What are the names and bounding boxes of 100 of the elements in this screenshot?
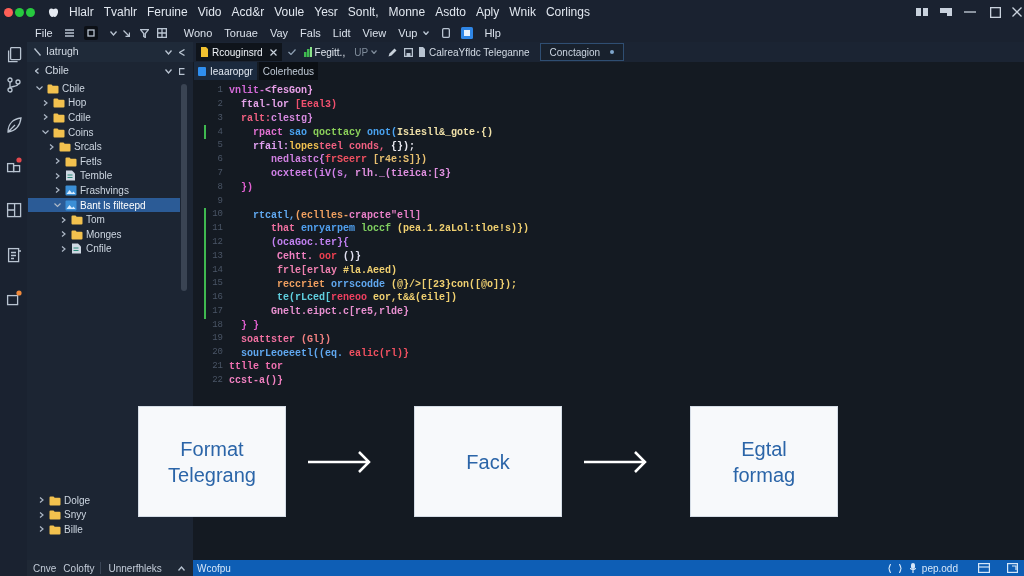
- menu-item[interactable]: Tvahlr: [103, 3, 137, 21]
- chevron-icon[interactable]: [42, 129, 49, 136]
- square-outline-icon[interactable]: [442, 28, 451, 38]
- check-icon[interactable]: [287, 49, 296, 55]
- split-icon[interactable]: [916, 7, 928, 17]
- chevron-icon[interactable]: [38, 526, 45, 533]
- chevron-down-icon[interactable]: [165, 68, 172, 74]
- menu-item[interactable]: Wnik: [509, 3, 536, 21]
- menu-item[interactable]: Vido: [197, 3, 222, 21]
- editor-tab[interactable]: Conctagion: [539, 43, 625, 61]
- chevron-icon[interactable]: [54, 172, 61, 179]
- editor-tab[interactable]: Rcouginsrd: [196, 43, 282, 61]
- tree-item[interactable]: Cbile: [36, 81, 85, 96]
- blocks-icon[interactable]: [5, 157, 22, 173]
- chevron-icon[interactable]: [54, 187, 61, 194]
- menu-item[interactable]: Acd&r: [231, 3, 265, 21]
- tree-item[interactable]: Snyy: [38, 507, 87, 523]
- chevron-icon[interactable]: [42, 114, 49, 121]
- tree-item[interactable]: Hop: [42, 95, 87, 111]
- menu-item[interactable]: Lidt: [332, 24, 351, 42]
- square-dot-icon[interactable]: [5, 290, 22, 306]
- tree-item[interactable]: Cnfile: [60, 241, 112, 257]
- menu-item[interactable]: Wono: [183, 24, 213, 42]
- tree-item[interactable]: Frashvings: [54, 183, 129, 198]
- menu-item[interactable]: Asdto: [435, 3, 466, 21]
- chevron-icon[interactable]: [48, 143, 55, 150]
- files-icon[interactable]: [5, 47, 22, 63]
- menu-item[interactable]: Sonlt,: [347, 3, 379, 21]
- line-number: 14: [212, 263, 223, 277]
- caret-up-icon[interactable]: [178, 565, 185, 571]
- panel-tab[interactable]: Unnerfhleks: [108, 560, 162, 576]
- close-icon[interactable]: [269, 48, 277, 56]
- mic-icon[interactable]: [909, 563, 916, 573]
- square-icon[interactable]: [83, 26, 98, 40]
- editor-tab[interactable]: Ieaaropgr: [194, 62, 257, 80]
- editor-tab[interactable]: Colerhedus: [258, 62, 318, 80]
- menu-item[interactable]: Hlalr: [69, 3, 94, 21]
- code-line: ralt:clestg}: [241, 112, 314, 126]
- tree-item[interactable]: Dolge: [38, 493, 91, 508]
- chevron-icon[interactable]: [42, 99, 49, 106]
- filter-icon[interactable]: [139, 28, 149, 38]
- panel-icon[interactable]: [940, 7, 952, 17]
- grid-icon[interactable]: [156, 28, 167, 38]
- branch-icon[interactable]: [5, 77, 22, 93]
- save-icon[interactable]: [404, 47, 414, 57]
- code-line: rpact sao qocttacy onot(Isiesll&_gote·{): [253, 125, 494, 140]
- chevron-left-icon[interactable]: [35, 68, 39, 74]
- menu-item[interactable]: Vay: [269, 24, 289, 42]
- menu-item[interactable]: Aply: [475, 3, 500, 21]
- chevron-icon[interactable]: [38, 497, 45, 504]
- branch-label[interactable]: Fegitt.,: [314, 44, 346, 60]
- menu-item[interactable]: File: [35, 24, 53, 42]
- menu-item[interactable]: View: [362, 24, 387, 42]
- tree-item[interactable]: Monges: [60, 226, 122, 242]
- menu-item[interactable]: Feruine: [147, 3, 188, 21]
- list-icon[interactable]: [64, 29, 74, 37]
- window-icon[interactable]: [461, 27, 474, 39]
- menu-item[interactable]: Fals: [300, 24, 321, 42]
- tree-item[interactable]: Bille: [38, 522, 83, 537]
- tree-item[interactable]: Coins: [42, 124, 94, 140]
- caret-icon[interactable]: [371, 50, 378, 54]
- chevron-left-icon[interactable]: [179, 48, 185, 56]
- menu-item[interactable]: Monne: [388, 3, 426, 21]
- arrow-icon[interactable]: [122, 29, 130, 37]
- chevron-icon[interactable]: [60, 231, 67, 238]
- layout-icon[interactable]: [5, 202, 22, 218]
- bracket-icon[interactable]: [179, 67, 185, 75]
- caret-icon[interactable]: [423, 31, 430, 35]
- menu-item[interactable]: Yesr: [314, 3, 338, 21]
- pencil-icon[interactable]: [388, 47, 398, 57]
- chevron-down-icon[interactable]: [109, 30, 117, 36]
- tree-item[interactable]: Cdile: [42, 110, 91, 125]
- panel-tab[interactable]: Cnve: [33, 560, 57, 576]
- tree-item[interactable]: Bant ls filteepd: [28, 197, 180, 213]
- chevron-icon[interactable]: [60, 245, 67, 252]
- panel-tab[interactable]: Colofty: [63, 560, 95, 576]
- chevron-down-icon[interactable]: [165, 49, 172, 55]
- chevron-icon[interactable]: [60, 216, 67, 223]
- menu-item[interactable]: Vup: [398, 24, 418, 42]
- braces-icon[interactable]: [887, 563, 902, 573]
- scrollbar[interactable]: [181, 84, 187, 291]
- chevron-icon[interactable]: [54, 158, 61, 165]
- chevron-icon[interactable]: [36, 85, 43, 92]
- document-icon[interactable]: [5, 247, 22, 263]
- status-text: pep.odd: [921, 561, 958, 576]
- chevron-icon[interactable]: [38, 511, 45, 518]
- menu-item[interactable]: Voule: [274, 3, 305, 21]
- menu-item[interactable]: Corlings: [545, 3, 590, 21]
- chevron-icon[interactable]: [54, 202, 61, 209]
- folder-icon: [71, 214, 83, 226]
- tree-item[interactable]: Temble: [54, 168, 113, 184]
- tree-item[interactable]: Tom: [60, 212, 105, 227]
- maximize-icon[interactable]: [990, 6, 1001, 18]
- layout-icon[interactable]: [978, 563, 990, 573]
- close-icon[interactable]: [1012, 7, 1022, 17]
- leaf-icon[interactable]: [5, 117, 22, 133]
- tree-item[interactable]: Fetls: [54, 153, 102, 169]
- tree-item[interactable]: Srcals: [48, 139, 102, 154]
- menu-item[interactable]: Hlp: [484, 24, 501, 42]
- menu-item[interactable]: Toruae: [224, 24, 258, 42]
